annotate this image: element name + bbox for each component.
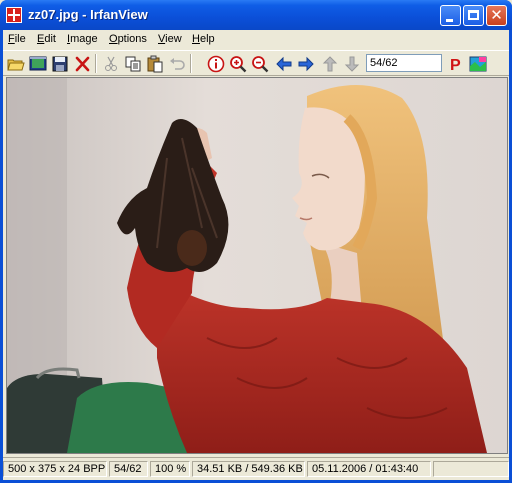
menu-help[interactable]: Help: [192, 33, 215, 45]
print-icon[interactable]: P: [446, 54, 466, 74]
status-empty: [433, 461, 509, 477]
previous-icon[interactable]: [274, 54, 294, 74]
maximize-icon: [468, 10, 479, 20]
svg-text:P: P: [450, 57, 461, 74]
photo-image: [7, 78, 507, 453]
toolbar-separator: [95, 54, 97, 73]
irfanview-window: zz07.jpg - IrfanView ✕ File Edit Image O…: [0, 0, 512, 483]
undo-icon[interactable]: [167, 54, 187, 74]
cut-icon[interactable]: [101, 54, 121, 74]
status-file-size: 34.51 KB / 549.36 KB: [192, 461, 305, 477]
menu-file[interactable]: File: [8, 33, 26, 45]
minimize-icon: [446, 19, 453, 22]
next-icon[interactable]: [296, 54, 316, 74]
status-datetime: 05.11.2006 / 01:43:40: [307, 461, 431, 477]
status-zoom: 100 %: [150, 461, 190, 477]
menu-options[interactable]: Options: [109, 33, 147, 45]
close-icon: ✕: [490, 6, 503, 24]
zoom-in-icon[interactable]: [228, 54, 248, 74]
status-bar: 500 x 375 x 24 BPP 54/62 100 % 34.51 KB …: [3, 457, 509, 480]
paste-icon[interactable]: [145, 54, 165, 74]
minimize-button[interactable]: [440, 5, 461, 26]
zoom-out-icon[interactable]: [250, 54, 270, 74]
info-icon[interactable]: [206, 54, 226, 74]
slideshow-icon[interactable]: [28, 54, 48, 74]
page-number-input[interactable]: [366, 54, 442, 72]
status-index: 54/62: [109, 461, 148, 477]
copy-icon[interactable]: [123, 54, 143, 74]
maximize-button[interactable]: [463, 5, 484, 26]
last-file-icon[interactable]: [342, 54, 362, 74]
first-file-icon[interactable]: [320, 54, 340, 74]
image-viewport[interactable]: [6, 77, 508, 454]
title-bar[interactable]: zz07.jpg - IrfanView ✕: [0, 0, 512, 30]
irfanview-app-icon[interactable]: [6, 7, 22, 23]
open-folder-icon[interactable]: [6, 54, 26, 74]
menu-edit[interactable]: Edit: [37, 33, 56, 45]
save-icon[interactable]: [50, 54, 70, 74]
status-dimensions: 500 x 375 x 24 BPP: [3, 461, 107, 477]
menu-view[interactable]: View: [158, 33, 182, 45]
toolbar-separator: [190, 54, 192, 73]
menu-bar: File Edit Image Options View Help: [3, 30, 509, 49]
close-button[interactable]: ✕: [486, 5, 507, 26]
toolbar: P: [3, 50, 509, 76]
window-title: zz07.jpg - IrfanView: [28, 7, 148, 22]
client-area: File Edit Image Options View Help 54/62 …: [3, 30, 509, 480]
delete-icon[interactable]: [72, 54, 92, 74]
menu-image[interactable]: Image: [67, 33, 98, 45]
effects-icon[interactable]: [468, 54, 488, 74]
